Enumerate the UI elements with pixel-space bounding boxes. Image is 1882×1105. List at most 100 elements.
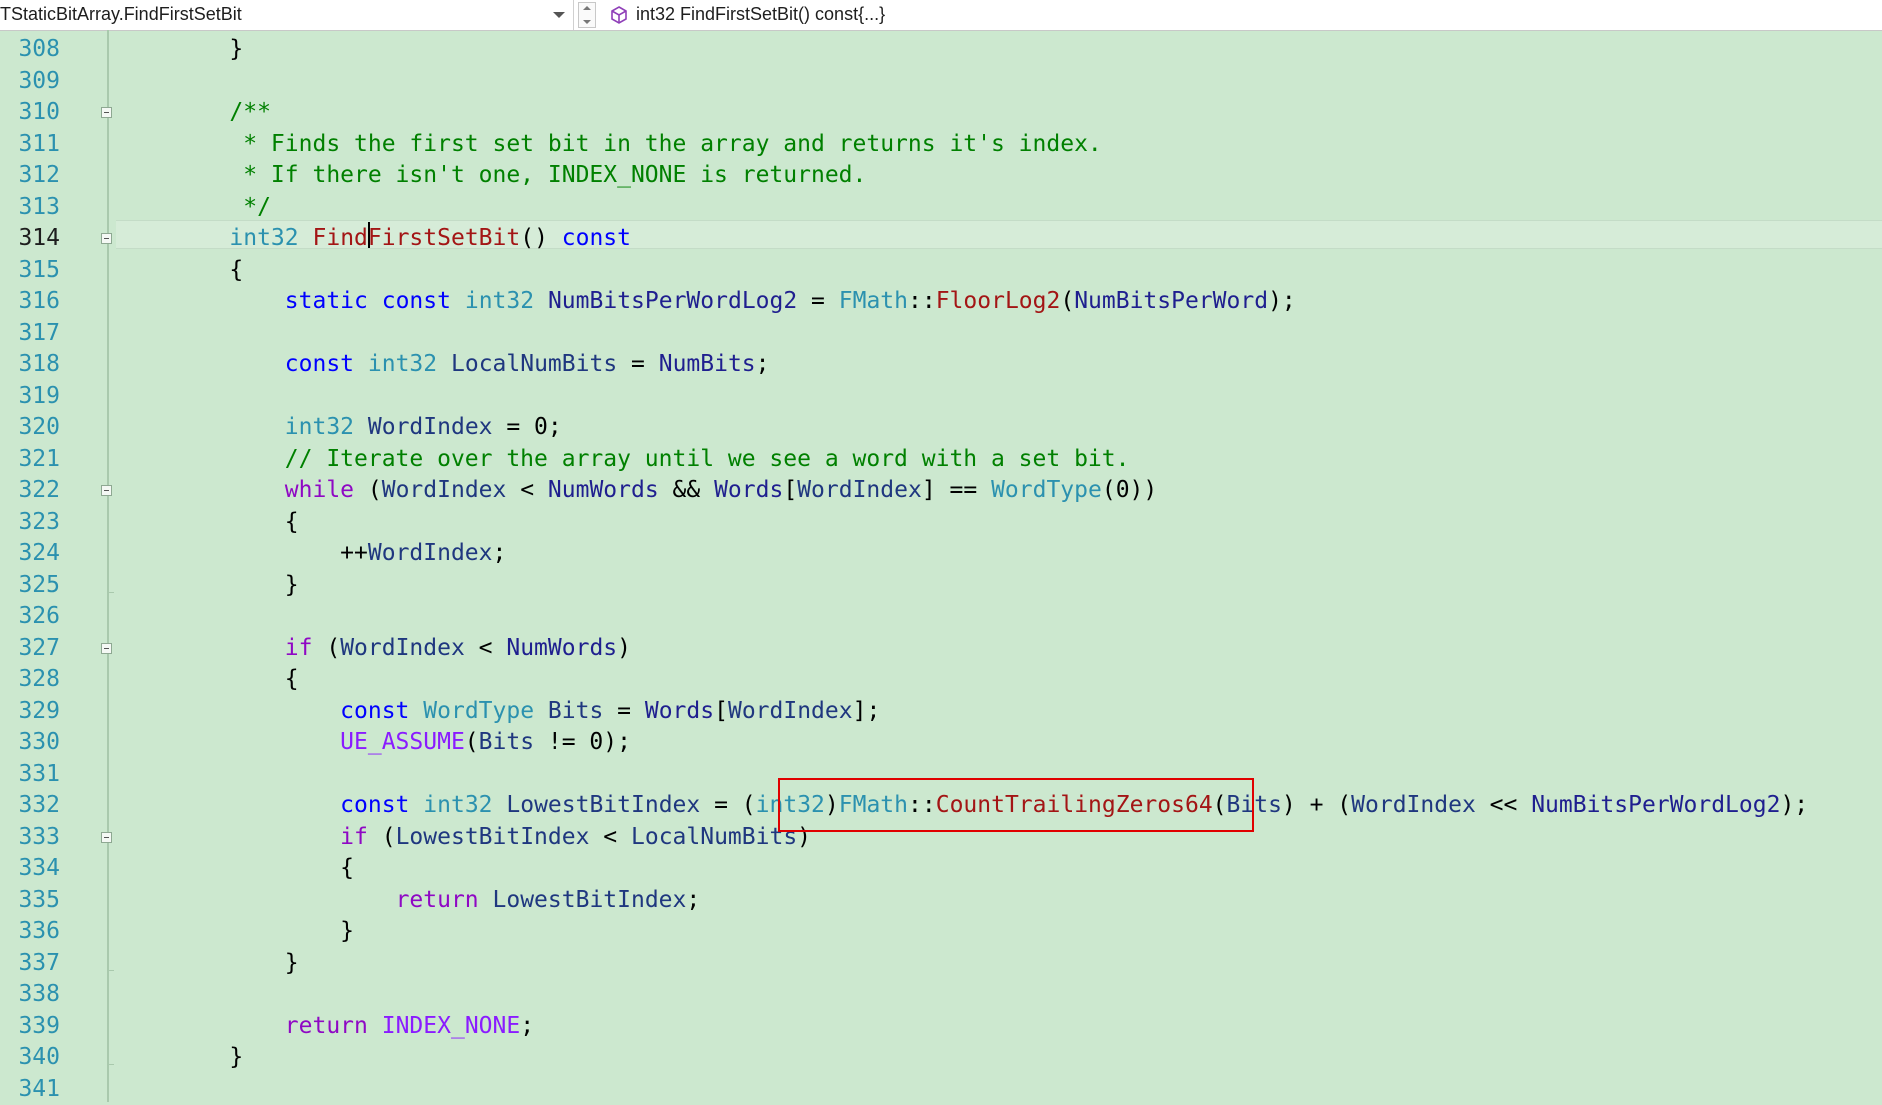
code-token: } <box>174 918 354 944</box>
code-line[interactable]: { <box>174 664 299 696</box>
code-token: * If there isn't one, INDEX_NONE is retu… <box>174 162 866 188</box>
code-line[interactable]: static const int32 NumBitsPerWordLog2 = … <box>174 286 1296 318</box>
code-token <box>534 698 548 724</box>
code-token: < <box>465 635 507 661</box>
code-token: { <box>174 257 243 283</box>
scope-spinner[interactable] <box>578 2 596 28</box>
code-token: /** <box>174 99 271 125</box>
code-line[interactable]: while (WordIndex < NumWords && Words[Wor… <box>174 475 1157 507</box>
code-line[interactable]: int32 FindFirstSetBit() const <box>174 223 631 255</box>
code-line[interactable]: * Finds the first set bit in the array a… <box>174 129 1102 161</box>
code-token: = <box>797 288 839 314</box>
code-token: ; <box>493 540 507 566</box>
line-number: 332 <box>0 790 60 822</box>
code-token: ; <box>520 1013 534 1039</box>
code-line[interactable]: ++WordIndex; <box>174 538 506 570</box>
code-token: } <box>174 572 299 598</box>
code-token <box>174 1013 285 1039</box>
line-number: 333 <box>0 822 60 854</box>
code-token: NumWords <box>548 477 659 503</box>
code-line[interactable]: { <box>174 853 354 885</box>
cube-icon <box>610 6 628 24</box>
code-line[interactable]: if (WordIndex < NumWords) <box>174 633 631 665</box>
line-number: 334 <box>0 853 60 885</box>
annotation-highlight-box <box>778 778 1254 832</box>
code-token: [ <box>783 477 797 503</box>
line-number: 325 <box>0 570 60 602</box>
chevron-down-icon[interactable] <box>583 20 591 24</box>
code-token <box>368 1013 382 1039</box>
code-token: Bits <box>548 698 603 724</box>
code-line[interactable]: return INDEX_NONE; <box>174 1011 534 1043</box>
code-token: } <box>174 950 299 976</box>
code-token: WordIndex <box>368 540 493 566</box>
line-number: 319 <box>0 381 60 413</box>
code-token <box>354 414 368 440</box>
scope-dropdown-label: TStaticBitArray.FindFirstSetBit <box>0 4 242 25</box>
code-token: = <box>617 351 659 377</box>
code-line[interactable]: const int32 LocalNumBits = NumBits; <box>174 349 770 381</box>
code-line[interactable]: { <box>174 507 299 539</box>
code-token <box>174 414 285 440</box>
code-token <box>534 288 548 314</box>
line-number: 331 <box>0 759 60 791</box>
chevron-down-icon[interactable] <box>553 12 565 18</box>
line-number: 320 <box>0 412 60 444</box>
code-token: ) + ( <box>1282 792 1351 818</box>
code-line[interactable]: // Iterate over the array until we see a… <box>174 444 1129 476</box>
line-number: 330 <box>0 727 60 759</box>
code-token: WordIndex <box>1351 792 1476 818</box>
code-token: const <box>562 225 631 251</box>
code-token: { <box>174 855 354 881</box>
line-number: 337 <box>0 948 60 980</box>
code-line[interactable]: return LowestBitIndex; <box>174 885 700 917</box>
code-line[interactable]: } <box>174 570 299 602</box>
line-number: 315 <box>0 255 60 287</box>
code-token: WordIndex <box>382 477 507 503</box>
chevron-up-icon[interactable] <box>583 6 591 10</box>
code-token <box>299 225 313 251</box>
code-token: < <box>506 477 548 503</box>
code-line[interactable]: const WordType Bits = Words[WordIndex]; <box>174 696 880 728</box>
code-line[interactable]: } <box>174 34 243 66</box>
code-token <box>354 351 368 377</box>
code-token: ( <box>1060 288 1074 314</box>
scope-dropdown[interactable]: TStaticBitArray.FindFirstSetBit <box>0 0 574 30</box>
code-token: ( <box>312 635 340 661</box>
code-line[interactable]: */ <box>174 192 271 224</box>
collapse-toggle-icon[interactable] <box>101 485 112 496</box>
code-line[interactable]: /** <box>174 97 271 129</box>
line-number: 322 <box>0 475 60 507</box>
collapse-toggle-icon[interactable] <box>101 832 112 843</box>
code-token <box>174 729 340 755</box>
code-token: LowestBitIndex <box>396 824 590 850</box>
code-line[interactable]: * If there isn't one, INDEX_NONE is retu… <box>174 160 866 192</box>
code-line[interactable]: } <box>174 1042 243 1074</box>
code-token <box>174 824 340 850</box>
outlining-margin <box>107 30 109 1102</box>
code-line[interactable]: if (LowestBitIndex < LocalNumBits) <box>174 822 811 854</box>
code-token: return <box>396 887 479 913</box>
code-token: = 0; <box>493 414 562 440</box>
code-line[interactable]: } <box>174 948 299 980</box>
collapse-toggle-icon[interactable] <box>101 643 112 654</box>
code-token: int32 <box>229 225 298 251</box>
code-token: while <box>285 477 354 503</box>
code-token <box>174 792 340 818</box>
code-line[interactable]: { <box>174 255 243 287</box>
code-line[interactable]: } <box>174 916 354 948</box>
code-line[interactable]: int32 WordIndex = 0; <box>174 412 562 444</box>
code-line[interactable]: UE_ASSUME(Bits != 0); <box>174 727 631 759</box>
code-token: */ <box>174 194 271 220</box>
code-token <box>409 792 423 818</box>
collapse-toggle-icon[interactable] <box>101 233 112 244</box>
line-number: 324 <box>0 538 60 570</box>
line-number: 327 <box>0 633 60 665</box>
code-token <box>174 635 285 661</box>
line-number: 338 <box>0 979 60 1011</box>
line-number: 335 <box>0 885 60 917</box>
collapse-toggle-icon[interactable] <box>101 107 112 118</box>
line-number: 341 <box>0 1074 60 1105</box>
code-token: LocalNumBits <box>631 824 797 850</box>
code-token: } <box>174 1044 243 1070</box>
